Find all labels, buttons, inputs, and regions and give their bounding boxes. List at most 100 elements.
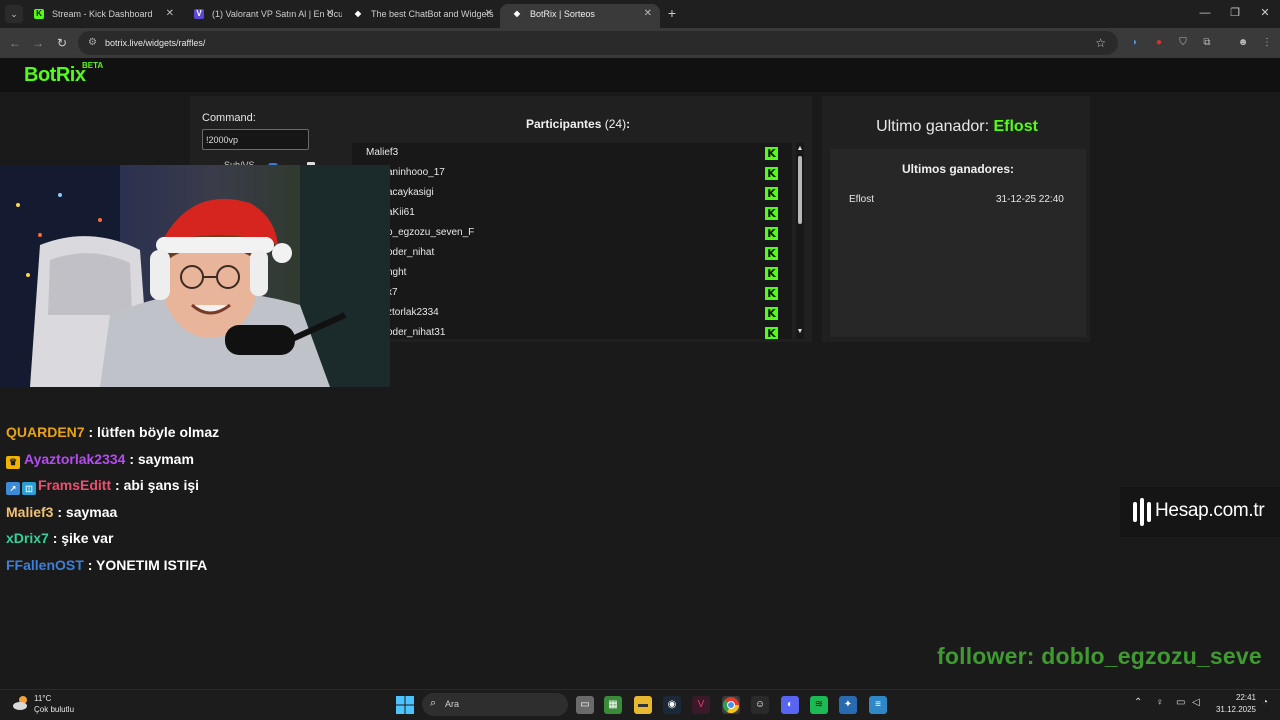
participants-list[interactable]: Malief3 K aninhooo_17 K acaykasigi K aKii61…	[352, 143, 792, 339]
participants-suffix: :	[626, 117, 631, 131]
browser-menu-icon[interactable]: ⋮	[1260, 36, 1274, 50]
chat-message: FFallenOST : YONETIM ISTIFA	[6, 557, 207, 573]
clock-date[interactable]: 31.12.2025	[1212, 705, 1256, 714]
microphone-icon[interactable]: ♀	[1156, 697, 1164, 708]
botrix-logo[interactable]: BotRix	[24, 64, 86, 87]
webcam-overlay	[0, 165, 390, 387]
extension-translate-icon[interactable]: ◗	[1128, 36, 1142, 50]
winner-row-name: Eflost	[849, 194, 875, 205]
notification-icon[interactable]: ◔	[1262, 697, 1268, 708]
participants-count: (24)	[604, 117, 627, 131]
valorant-app-icon[interactable]: V	[692, 696, 710, 714]
command-input[interactable]	[202, 129, 309, 150]
network-icon[interactable]: ▭	[1176, 697, 1185, 708]
chat-username: Ayaztorlak2334	[24, 451, 126, 467]
kick-icon: K	[765, 327, 778, 339]
webcam-image	[0, 165, 390, 387]
close-icon[interactable]: ✕	[644, 4, 652, 24]
steam-icon[interactable]: ◉	[663, 696, 681, 714]
hesap-logo-icon	[1133, 498, 1151, 526]
participants-heading: Participantes (24):	[526, 117, 630, 131]
taskbar-search-placeholder[interactable]: Ara	[445, 699, 459, 709]
minecraft-icon[interactable]: ▦	[604, 696, 622, 714]
follower-alert: follower: doblo_egzozu_seve	[937, 643, 1262, 669]
close-icon[interactable]: ✕	[166, 4, 174, 24]
last-winner-heading: Ultimo ganador: Eflost	[822, 118, 1092, 136]
windows-start-icon[interactable]	[396, 696, 414, 714]
scroll-up-arrow-icon[interactable]: ▲	[796, 145, 804, 153]
close-icon[interactable]: ✕	[485, 4, 493, 24]
clock-time[interactable]: 22:41	[1216, 693, 1256, 702]
reload-button[interactable]: ↻	[53, 34, 71, 52]
new-tab-button[interactable]: +	[664, 4, 680, 22]
list-item: Malief3 K	[352, 143, 792, 163]
browser-tab-bar: ⌄ K Stream - Kick Dashboard ✕ V (1) Valo…	[0, 0, 1280, 28]
participant-name: Malief3	[366, 147, 399, 158]
app-network-icon[interactable]: ✦	[839, 696, 857, 714]
winners-history-box	[830, 149, 1086, 337]
spotify-icon[interactable]: ≋	[810, 696, 828, 714]
app-game-icon[interactable]: ☺	[751, 696, 769, 714]
site-info-icon[interactable]: ⚙	[88, 37, 100, 49]
list-item: x7 K	[352, 283, 792, 303]
maximize-button[interactable]: ❐	[1220, 4, 1250, 22]
kick-icon: K	[765, 187, 778, 200]
winner-row-date: 31-12-25 22:40	[996, 194, 1064, 205]
list-item: aninhooo_17 K	[352, 163, 792, 183]
kick-icon: K	[765, 287, 778, 300]
kick-icon: K	[765, 307, 778, 320]
taskbar-search-box[interactable]	[422, 693, 568, 716]
chat-message: xDrix7 : şike var	[6, 530, 113, 546]
tray-overflow-icon[interactable]: ⌃	[1134, 697, 1142, 708]
chat-text: : abi şans işi	[115, 477, 200, 493]
scrollbar-thumb[interactable]	[798, 156, 802, 224]
chat-username: Malief3	[6, 504, 54, 520]
sponsor-name: Hesap.com.tr	[1155, 500, 1265, 521]
subscriber-badge-icon: ↗	[6, 482, 20, 495]
list-item: o_egzozu_seven_F K	[352, 223, 792, 243]
botrix-icon: ◆	[354, 9, 362, 18]
tab-kick-dashboard[interactable]: K Stream - Kick Dashboard ✕	[22, 4, 182, 28]
notepad-icon[interactable]: ≡	[869, 696, 887, 714]
tab-valorant-vp[interactable]: V (1) Valorant VP Satın Al | En Ucu ✕	[182, 4, 342, 28]
extensions-puzzle-icon[interactable]: ⧉	[1200, 36, 1214, 50]
back-button[interactable]: ←	[6, 34, 24, 52]
extension-shield-icon[interactable]: ⛉	[1176, 36, 1190, 50]
discord-icon[interactable]: ◐	[781, 696, 799, 714]
chat-message: QUARDEN7 : lütfen böyle olmaz	[6, 424, 219, 440]
weather-cloudy-icon[interactable]	[12, 694, 30, 712]
chat-username: QUARDEN7	[6, 424, 85, 440]
window-close-button[interactable]: ✕	[1250, 4, 1280, 22]
chrome-icon[interactable]	[722, 696, 740, 714]
valorant-icon: V	[194, 9, 204, 19]
browser-toolbar: ← → ↻ ⚙ botrix.live/widgets/raffles/ ☆ ◗…	[0, 28, 1280, 58]
list-item: acaykasigi K	[352, 183, 792, 203]
forward-button[interactable]: →	[29, 34, 47, 52]
chat-username: xDrix7	[6, 530, 49, 546]
extension-record-icon[interactable]: ●	[1152, 36, 1166, 50]
participant-name: oder_nihat	[387, 247, 435, 258]
bookmark-star-icon[interactable]: ☆	[1095, 31, 1106, 55]
volume-icon[interactable]: ◁	[1192, 697, 1200, 708]
chat-text: : YONETIM ISTIFA	[87, 557, 208, 573]
file-explorer-icon[interactable]: ▬	[634, 696, 652, 714]
command-label: Command:	[202, 112, 256, 124]
profile-avatar-icon[interactable]: ☻	[1236, 36, 1250, 50]
weather-temperature[interactable]: 11°C	[34, 694, 51, 703]
list-item: oder_nihat31 K	[352, 323, 792, 339]
close-icon[interactable]: ✕	[326, 4, 334, 24]
kick-icon: K	[765, 147, 778, 160]
tab-botrix-sorteos[interactable]: ◆ BotRix | Sorteos ✕	[500, 4, 660, 28]
minimize-button[interactable]: —	[1190, 4, 1220, 22]
address-url[interactable]: botrix.live/widgets/raffles/	[105, 31, 205, 55]
chat-text: : saymam	[129, 451, 194, 467]
tab-search-button[interactable]: ⌄	[5, 5, 23, 23]
scroll-down-arrow-icon[interactable]: ▼	[796, 328, 804, 336]
weather-description[interactable]: Çok bulutlu	[34, 705, 74, 714]
tab-botrix-chatbot[interactable]: ◆ The best ChatBot and Widgets ✕	[341, 4, 501, 28]
chat-message: ↗ ◫ FramsEditt : abi şans işi	[6, 477, 199, 495]
tab-title: (1) Valorant VP Satın Al | En Ucu	[212, 9, 342, 19]
address-bar[interactable]: ⚙ botrix.live/widgets/raffles/ ☆	[78, 31, 1118, 55]
task-view-icon[interactable]: ▭	[576, 696, 594, 714]
list-item: aKii61 K	[352, 203, 792, 223]
